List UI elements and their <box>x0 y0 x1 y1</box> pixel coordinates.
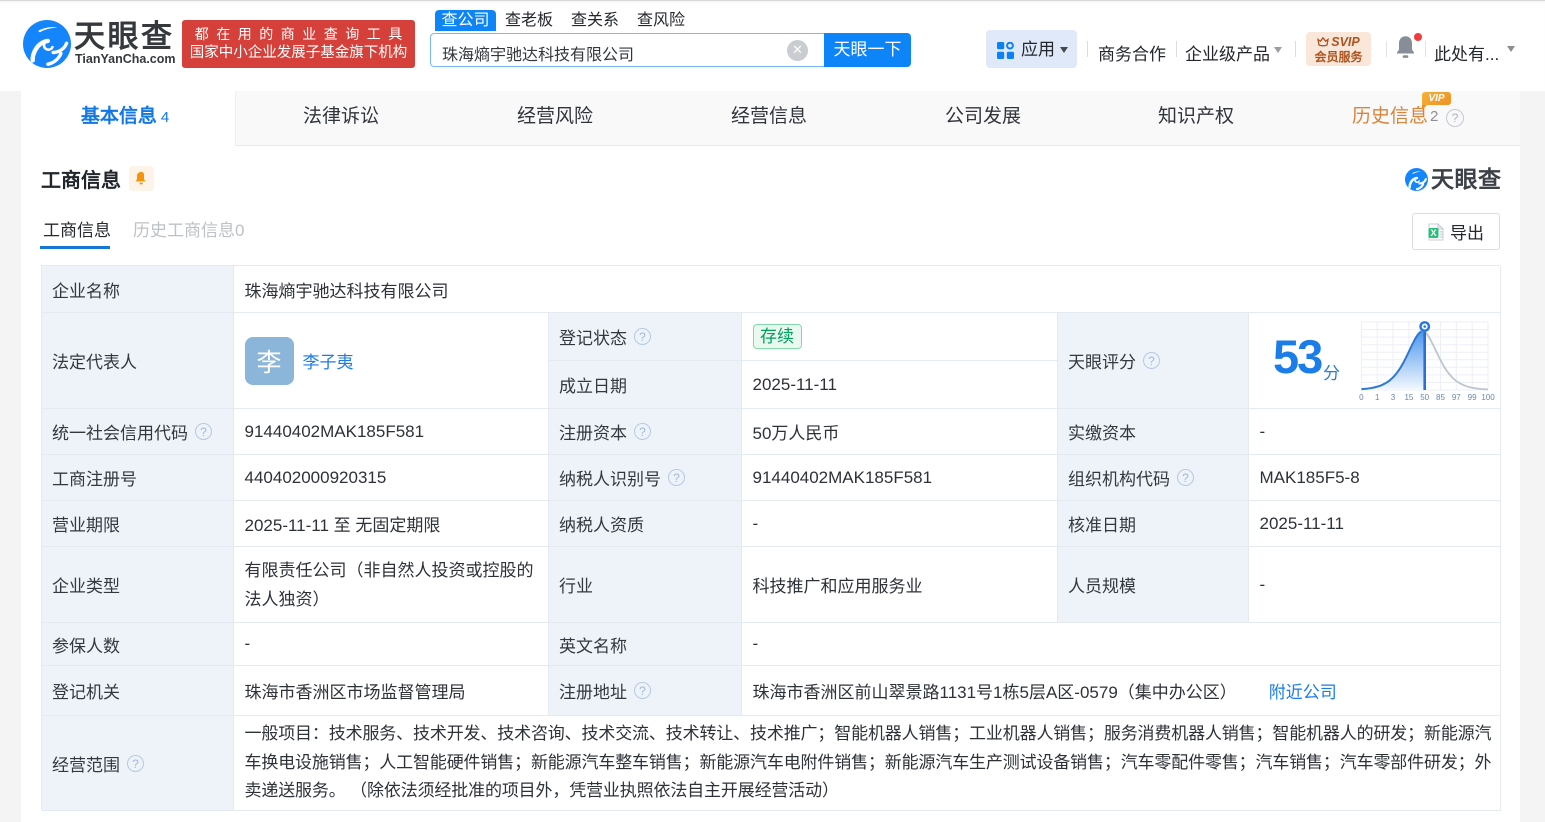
svg-text:97: 97 <box>1452 393 1461 402</box>
svg-text:50: 50 <box>1420 393 1429 402</box>
svg-text:1: 1 <box>1375 393 1380 402</box>
svg-text:99: 99 <box>1468 393 1477 402</box>
svg-text:15: 15 <box>1404 393 1413 402</box>
svg-text:0: 0 <box>1359 393 1364 402</box>
svg-text:85: 85 <box>1436 393 1445 402</box>
svg-text:3: 3 <box>1391 393 1396 402</box>
svg-text:X: X <box>1430 227 1436 237</box>
svg-text:100: 100 <box>1481 393 1495 402</box>
